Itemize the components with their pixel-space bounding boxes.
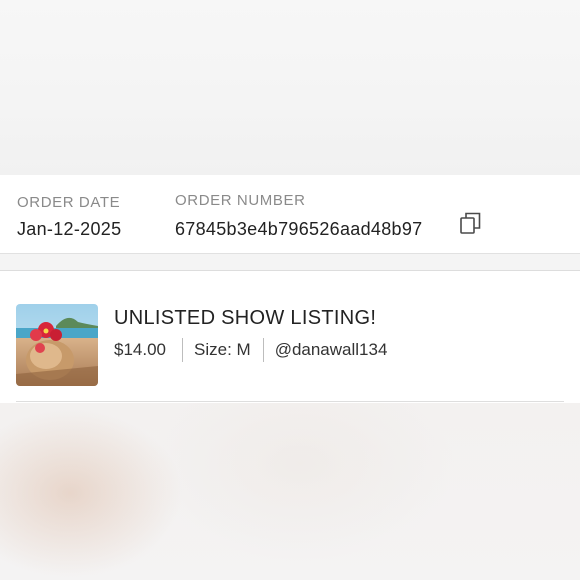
order-date-value: Jan-12-2025 xyxy=(17,219,122,239)
order-item-panel: UNLISTED SHOW LISTING! $14.00 Size: M @d… xyxy=(0,271,580,403)
order-number-value: 67845b3e4b796526aad48b97 xyxy=(175,219,423,239)
meta-divider xyxy=(262,338,264,362)
item-thumbnail[interactable] xyxy=(16,304,98,386)
order-date-block: ORDER DATE Jan-12-2025 xyxy=(17,194,121,239)
item-photo xyxy=(16,304,98,386)
order-info-panel: ORDER DATE Jan-12-2025 ORDER NUMBER 6784… xyxy=(0,175,580,254)
blurred-header-area xyxy=(0,0,580,175)
item-meta: $14.00 Size: M @danawall134 xyxy=(114,337,387,363)
order-item-row[interactable]: UNLISTED SHOW LISTING! $14.00 Size: M @d… xyxy=(16,301,564,402)
order-number-label: ORDER NUMBER xyxy=(175,192,306,209)
section-divider xyxy=(0,254,580,271)
order-date-label: ORDER DATE xyxy=(17,194,121,211)
copy-order-number-button[interactable] xyxy=(459,211,483,235)
meta-divider xyxy=(182,338,183,362)
item-price: $14.00 xyxy=(114,340,166,359)
item-title[interactable]: UNLISTED SHOW LISTING! xyxy=(114,306,376,330)
item-size: Size: M xyxy=(194,340,251,359)
blurred-footer-area xyxy=(0,403,580,580)
seller-username[interactable]: @danawall134 xyxy=(275,337,388,363)
order-number-block: ORDER NUMBER 67845b3e4b796526aad48b97 xyxy=(175,192,422,239)
copy-icon xyxy=(460,212,481,234)
